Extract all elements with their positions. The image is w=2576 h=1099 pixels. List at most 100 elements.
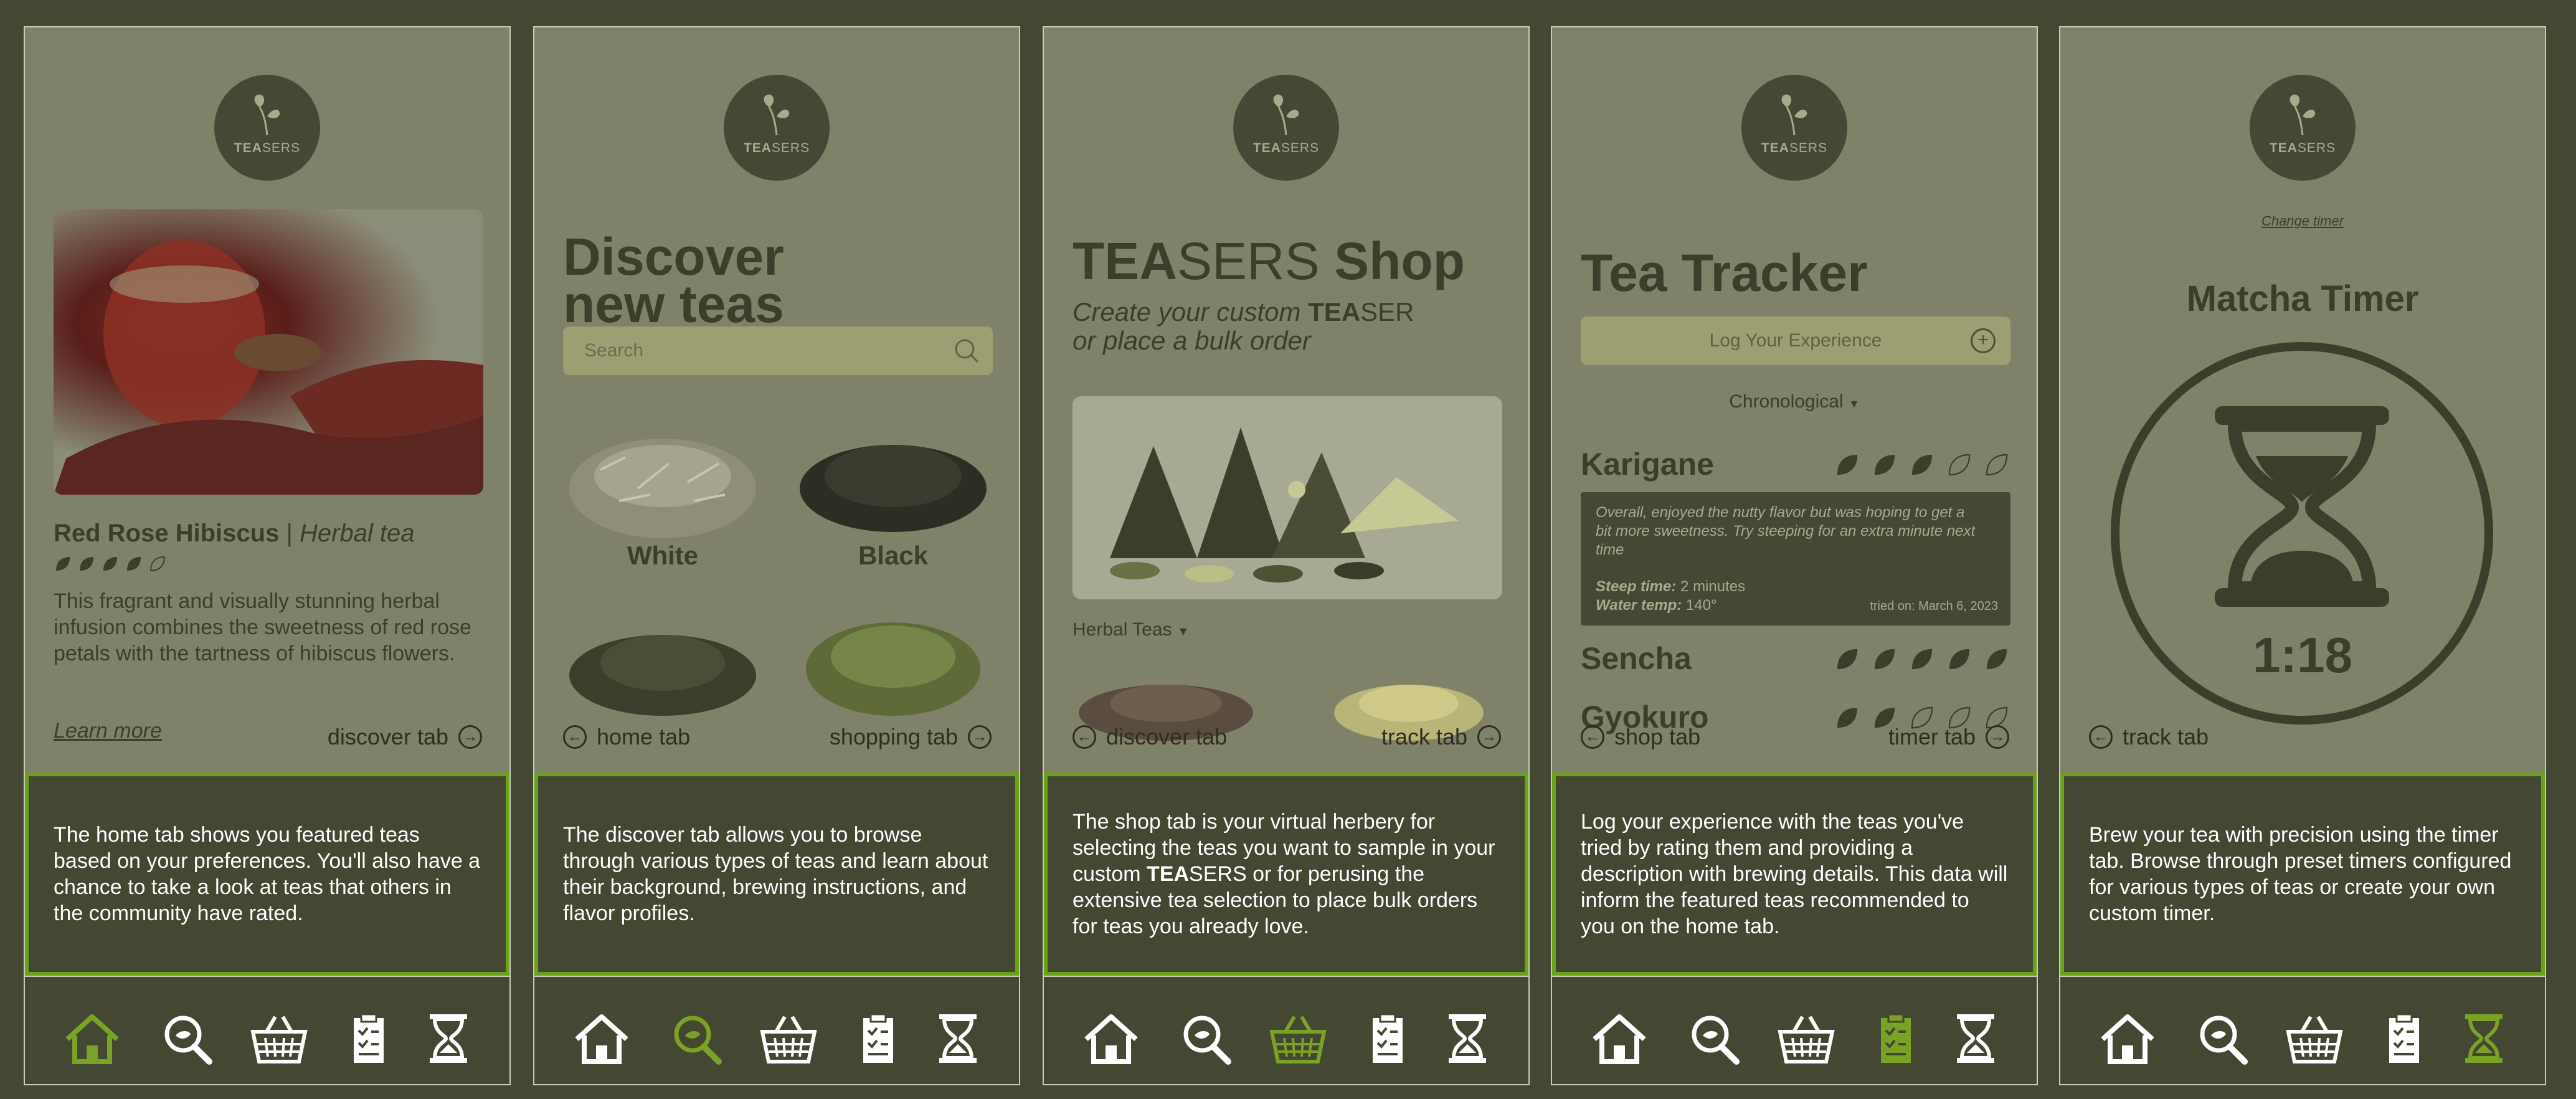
shop-basket-icon[interactable] <box>1269 1012 1327 1065</box>
leaf-filled-icon <box>103 557 117 571</box>
green-tea-image[interactable] <box>793 607 993 719</box>
leaf-outline-icon <box>149 556 166 572</box>
home-description: The home tab shows you featured teas bas… <box>54 823 481 925</box>
entry-detail-card: Overall, enjoyed the nutty flavor but wa… <box>1581 492 2010 626</box>
leaf-filled-icon <box>1949 649 1970 670</box>
discover-search-icon[interactable] <box>668 1012 725 1065</box>
white-tea-image[interactable] <box>563 420 762 538</box>
tracker-clipboard-icon[interactable] <box>1867 1012 1925 1065</box>
timer-hourglass-icon[interactable] <box>929 1012 987 1065</box>
page-subtitle: Create your custom TEASER or place a bul… <box>1073 297 1414 355</box>
discover-search-icon[interactable] <box>2194 1012 2251 1065</box>
search-placeholder: Search <box>584 340 644 361</box>
timer-hourglass-icon[interactable] <box>1947 1012 2004 1065</box>
page-title: Tea Tracker <box>1581 244 1868 302</box>
teasers-logo: TEASERS <box>724 75 830 181</box>
oolong-tea-image[interactable] <box>563 613 762 719</box>
shop-description-box: The shop tab is your virtual herbery for… <box>1044 773 1528 976</box>
nav-home-tab[interactable]: ← home tab <box>563 724 690 750</box>
shop-description: The shop tab is your virtual herbery for… <box>1073 810 1495 938</box>
plus-circle-icon: + <box>1971 328 1996 353</box>
arrow-left-icon: ← <box>1581 725 1604 749</box>
log-button-label: Log Your Experience <box>1709 330 1882 351</box>
nav-shop-tab[interactable]: ← shop tab <box>1581 724 1700 750</box>
arrow-right-icon: → <box>1986 725 2009 749</box>
leaf-filled-icon <box>1874 649 1895 670</box>
tea-type: Herbal tea <box>299 520 415 547</box>
home-icon[interactable] <box>573 1012 630 1065</box>
category-black[interactable]: Black <box>793 541 993 571</box>
leaf-outline-icon <box>1948 454 1971 476</box>
tab-bar <box>534 976 1019 1085</box>
change-timer-link[interactable]: Change timer <box>2060 213 2545 229</box>
page-title: TEASERS Shop <box>1073 232 1466 290</box>
nav-track-tab[interactable]: track tab → <box>1381 724 1501 750</box>
leaf-outline-icon <box>1986 454 2008 476</box>
home-icon[interactable] <box>64 1012 121 1065</box>
learn-more-link[interactable]: Learn more <box>54 719 162 743</box>
shop-basket-icon[interactable] <box>1778 1012 1835 1065</box>
search-icon <box>955 339 979 363</box>
tracker-clipboard-icon[interactable] <box>1359 1012 1416 1065</box>
discover-search-icon[interactable] <box>1177 1012 1234 1065</box>
tea-entry-name: Sencha <box>1581 641 1692 676</box>
custom-teaser-image <box>1073 396 1502 599</box>
home-icon[interactable] <box>2099 1012 2156 1065</box>
category-filter-dropdown[interactable]: Herbal Teas ▼ <box>1073 619 1190 640</box>
discover-screen-panel: TEASERS Discover new teas Search White Bl… <box>533 26 1020 1085</box>
timer-screen: TEASERS Change timer Matcha Timer 1:18 ←… <box>2060 27 2545 773</box>
nav-discover-tab[interactable]: discover tab → <box>328 724 482 750</box>
nav-track-tab[interactable]: ← track tab <box>2089 724 2209 750</box>
category-white[interactable]: White <box>563 541 762 571</box>
timer-hourglass-icon[interactable] <box>420 1012 477 1065</box>
nav-left-label: track tab <box>2123 724 2209 749</box>
arrow-right-icon: → <box>968 725 992 749</box>
tracker-description: Log your experience with the teas you've… <box>1581 810 2008 938</box>
timer-countdown: 1:18 <box>2252 627 2353 683</box>
leaf-filled-icon <box>56 557 70 571</box>
chevron-down-icon: ▼ <box>1177 625 1190 639</box>
home-screen-panel: TEASERS Red Rose Hibiscus | Herbal tea T… <box>24 26 511 1085</box>
tea-description: This fragrant and visually stunning herb… <box>54 589 471 665</box>
shop-basket-icon[interactable] <box>250 1012 308 1065</box>
timer-hourglass-icon[interactable] <box>1439 1012 1496 1065</box>
leaf-filled-icon <box>1874 454 1895 475</box>
shop-basket-icon[interactable] <box>2286 1012 2343 1065</box>
timer-description-box: Brew your tea with precision using the t… <box>2060 773 2545 976</box>
black-tea-image[interactable] <box>793 420 993 538</box>
teasers-logo: TEASERS <box>2250 75 2356 181</box>
tracker-clipboard-icon[interactable] <box>850 1012 907 1065</box>
discover-search-icon[interactable] <box>1685 1012 1743 1065</box>
search-input[interactable]: Search <box>563 326 993 375</box>
tracker-clipboard-icon[interactable] <box>340 1012 397 1065</box>
list-item[interactable]: Karigane <box>1581 446 2010 483</box>
nav-left-label: home tab <box>597 724 691 749</box>
nav-right-label: shopping tab <box>829 724 958 749</box>
nav-timer-tab[interactable]: timer tab → <box>1888 724 2009 750</box>
timer-hourglass-icon[interactable] <box>2455 1012 2512 1065</box>
timer-screen-panel: TEASERS Change timer Matcha Timer 1:18 ←… <box>2059 26 2546 1085</box>
arrow-right-icon: → <box>1477 725 1501 749</box>
nav-right-label: discover tab <box>327 724 448 749</box>
discover-search-icon[interactable] <box>158 1012 215 1065</box>
teasers-logo: TEASERS <box>1741 75 1847 181</box>
shop-basket-icon[interactable] <box>760 1012 817 1065</box>
home-icon[interactable] <box>1591 1012 1648 1065</box>
tried-on-date: tried on: March 6, 2023 <box>1870 599 1998 613</box>
leaf-filled-icon <box>1911 454 1933 475</box>
nav-discover-tab[interactable]: ← discover tab <box>1073 724 1227 750</box>
tracker-screen-panel: TEASERS Tea Tracker Log Your Experience … <box>1551 26 2038 1085</box>
teasers-logo: TEASERS <box>1233 75 1339 181</box>
sort-dropdown[interactable]: Chronological ▼ <box>1552 391 2037 412</box>
leaf-filled-icon <box>1986 649 2007 670</box>
home-icon[interactable] <box>1082 1012 1140 1065</box>
nav-shopping-tab[interactable]: shopping tab → <box>830 724 992 750</box>
tracker-clipboard-icon[interactable] <box>2375 1012 2433 1065</box>
log-experience-button[interactable]: Log Your Experience + <box>1581 316 2010 365</box>
tab-bar <box>1044 976 1528 1085</box>
arrow-right-icon: → <box>458 725 482 749</box>
list-item[interactable]: Sencha <box>1581 640 2010 678</box>
title-separator: | <box>286 520 293 547</box>
entry-rating <box>1834 451 2010 478</box>
leaf-filled-icon <box>80 557 93 571</box>
